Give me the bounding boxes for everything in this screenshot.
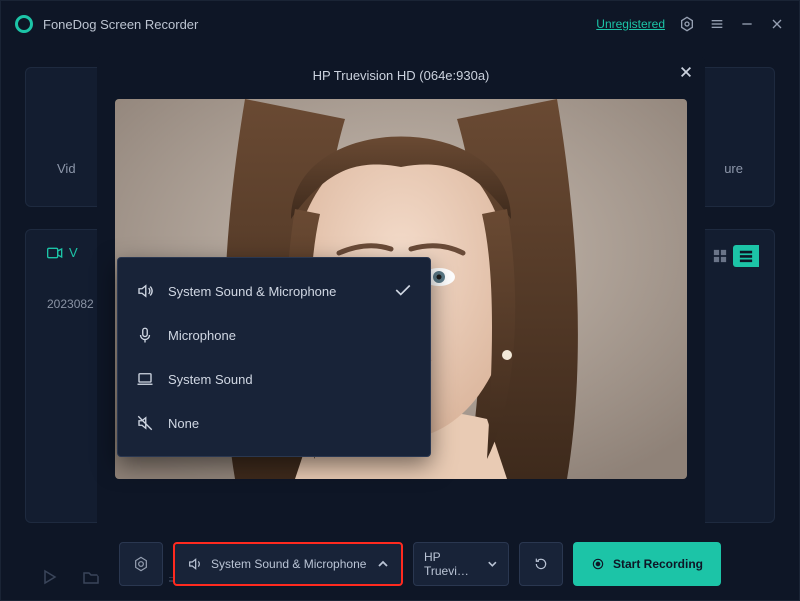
menu-icon[interactable] <box>709 16 725 32</box>
audio-source-label: System Sound & Microphone <box>211 557 366 571</box>
minimize-icon[interactable] <box>739 16 755 32</box>
video-icon <box>47 247 63 259</box>
audio-option-mic[interactable]: Microphone <box>118 313 430 357</box>
audio-option-label: System Sound <box>168 372 253 387</box>
start-recording-label: Start Recording <box>613 557 703 571</box>
video-tab-label: V <box>69 245 78 260</box>
app-logo <box>15 15 33 33</box>
play-icon[interactable] <box>41 569 57 590</box>
chevron-down-icon <box>487 558 498 570</box>
audio-source-dropdown: System Sound & Microphone Microphone Sys… <box>117 257 431 457</box>
modal-title: HP Truevision HD (064e:930a) <box>313 68 490 83</box>
list-icon <box>739 249 753 263</box>
title-bar: FoneDog Screen Recorder Unregistered <box>1 1 799 47</box>
rotate-icon <box>533 556 549 572</box>
speaker-wave-icon <box>187 556 203 572</box>
audio-option-label: System Sound & Microphone <box>168 284 336 299</box>
close-icon[interactable] <box>769 16 785 32</box>
audio-option-label: Microphone <box>168 328 236 343</box>
start-recording-button[interactable]: Start Recording <box>573 542 721 586</box>
view-toggle <box>707 245 759 267</box>
speaker-muted-icon <box>136 414 154 432</box>
grid-view-button[interactable] <box>707 245 733 267</box>
unregistered-link[interactable]: Unregistered <box>596 17 665 31</box>
modal-controls: System Sound & Microphone HP Truevi… Sta… <box>119 542 721 586</box>
retry-button[interactable] <box>519 542 563 586</box>
app-title: FoneDog Screen Recorder <box>43 17 198 32</box>
truncated-label-left: Vid <box>57 161 76 176</box>
audio-source-button[interactable]: System Sound & Microphone <box>173 542 403 586</box>
list-item[interactable]: 2023082 <box>47 297 94 311</box>
list-view-button[interactable] <box>733 245 759 267</box>
speaker-wave-icon <box>136 282 154 300</box>
gear-icon <box>133 556 149 572</box>
audio-option-system[interactable]: System Sound <box>118 357 430 401</box>
camera-source-label: HP Truevi… <box>424 550 481 578</box>
audio-option-none[interactable]: None <box>118 401 430 445</box>
grid-icon <box>713 249 727 263</box>
laptop-icon <box>136 370 154 388</box>
recording-settings-button[interactable] <box>119 542 163 586</box>
tab-video[interactable]: V <box>47 245 78 260</box>
settings-icon[interactable] <box>679 16 695 32</box>
check-icon <box>394 283 412 300</box>
chevron-up-icon <box>377 558 389 570</box>
truncated-label-right: ure <box>724 161 743 176</box>
audio-option-system-and-mic[interactable]: System Sound & Microphone <box>118 269 430 313</box>
modal-header: HP Truevision HD (064e:930a) <box>97 57 705 93</box>
mic-icon <box>136 326 154 344</box>
camera-source-button[interactable]: HP Truevi… <box>413 542 509 586</box>
modal-close-button[interactable] <box>679 65 693 82</box>
audio-option-label: None <box>168 416 199 431</box>
record-icon <box>591 557 605 571</box>
